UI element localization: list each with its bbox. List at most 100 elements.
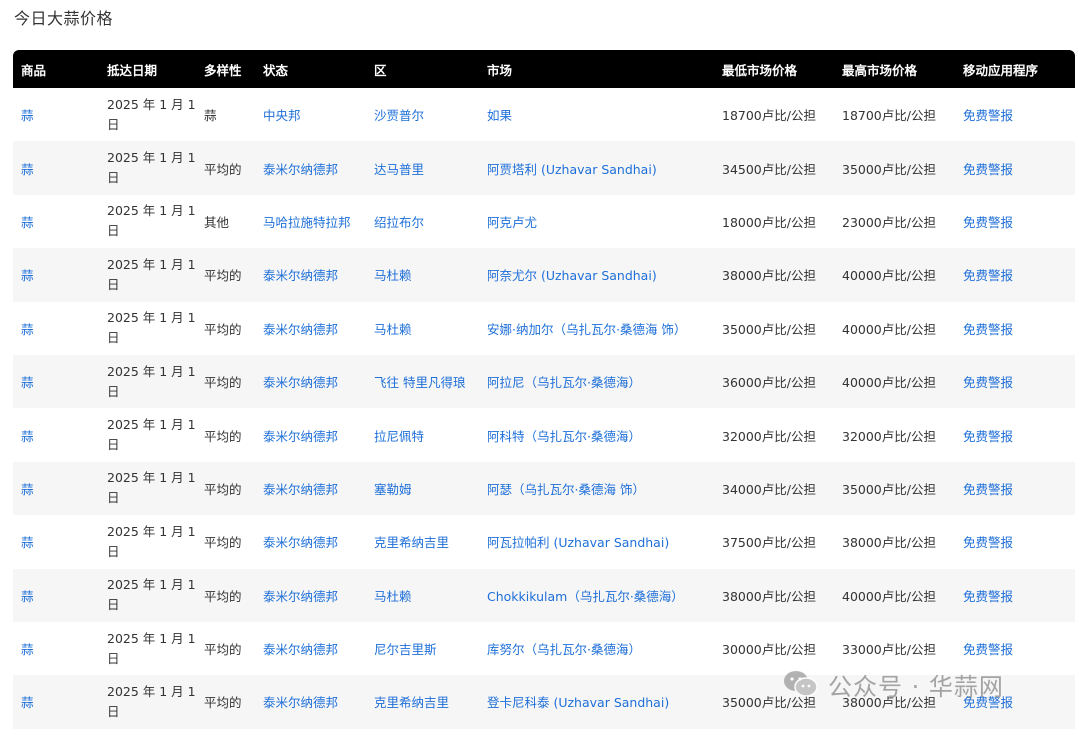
cell-commodity-link[interactable]: 蒜 — [21, 695, 34, 710]
cell-market-link[interactable]: 库努尔（乌扎瓦尔·桑德海） — [487, 642, 641, 657]
cell-commodity-link[interactable]: 蒜 — [21, 322, 34, 337]
cell-market-link[interactable]: 阿瓦拉帕利 (Uzhavar Sandhai) — [487, 535, 669, 550]
cell-commodity-link[interactable]: 蒜 — [21, 589, 34, 604]
cell-district-container: 克里希纳吉里 — [366, 675, 479, 729]
cell-free-alert-link[interactable]: 免费警报 — [963, 429, 1013, 444]
cell-date-container: 2025 年 1 月 1 日 — [99, 248, 196, 302]
cell-district-link[interactable]: 尼尔吉里斯 — [374, 642, 437, 657]
cell-max-price-container: 38000卢比/公担 — [834, 515, 955, 569]
cell-max-price-container: 40000卢比/公担 — [834, 568, 955, 622]
cell-state-link[interactable]: 泰米尔纳德邦 — [263, 268, 338, 283]
cell-date: 2025 年 1 月 1 日 — [107, 630, 196, 666]
cell-district-link[interactable]: 克里希纳吉里 — [374, 535, 449, 550]
cell-variety-container: 平均的 — [196, 461, 255, 516]
cell-state-link[interactable]: 泰米尔纳德邦 — [263, 162, 338, 177]
cell-min-price-container: 37500卢比/公担 — [714, 515, 834, 569]
column-header-max-price: 最高市场价格 — [834, 50, 955, 88]
cell-commodity-link[interactable]: 蒜 — [21, 642, 34, 657]
cell-free-alert-container: 免费警报 — [955, 141, 1075, 195]
cell-free-alert-link[interactable]: 免费警报 — [963, 589, 1013, 604]
table-row: 蒜 2025 年 1 月 1 日蒜中央邦 沙贾普尔 如果 18700卢比/公担 18700… — [13, 88, 1075, 142]
cell-free-alert-link[interactable]: 免费警报 — [963, 482, 1013, 497]
cell-max-price: 40000卢比/公担 — [842, 588, 936, 604]
cell-district-link[interactable]: 沙贾普尔 — [374, 108, 424, 123]
cell-market-link[interactable]: 阿科特（乌扎瓦尔·桑德海） — [487, 429, 641, 444]
cell-commodity-link[interactable]: 蒜 — [21, 482, 34, 497]
cell-market-link[interactable]: 阿克卢尤 — [487, 215, 537, 230]
cell-district-link[interactable]: 拉尼佩特 — [374, 429, 424, 444]
cell-district-link[interactable]: 飞往 特里凡得琅 — [374, 375, 465, 390]
cell-state-link[interactable]: 泰米尔纳德邦 — [263, 695, 338, 710]
cell-market-link[interactable]: Chokkikulam（乌扎瓦尔·桑德海） — [487, 589, 684, 604]
cell-state-link[interactable]: 泰米尔纳德邦 — [263, 375, 338, 390]
cell-market-container: 如果 — [479, 88, 714, 142]
cell-state-link[interactable]: 泰米尔纳德邦 — [263, 535, 338, 550]
cell-max-price-container: 32000卢比/公担 — [834, 408, 955, 462]
cell-market-link[interactable]: 阿拉尼（乌扎瓦尔·桑德海） — [487, 375, 641, 390]
cell-max-price: 18700卢比/公担 — [842, 108, 936, 124]
cell-free-alert-link[interactable]: 免费警报 — [963, 215, 1013, 230]
cell-district-link[interactable]: 塞勒姆 — [374, 482, 412, 497]
cell-commodity-link[interactable]: 蒜 — [21, 162, 34, 177]
cell-commodity-container: 蒜 — [13, 301, 99, 355]
table-row: 蒜 2025 年 1 月 1 日平均的 泰米尔纳德邦 马杜赖 安娜·纳加尔（乌扎瓦尔·桑… — [13, 301, 1075, 355]
cell-min-price: 38000卢比/公担 — [722, 588, 816, 604]
cell-commodity-container: 蒜 — [13, 675, 99, 729]
cell-commodity-container: 蒜 — [13, 194, 99, 249]
cell-free-alert-container: 免费警报 — [955, 194, 1075, 249]
cell-min-price-container: 36000卢比/公担 — [714, 354, 834, 409]
cell-district-container: 拉尼佩特 — [366, 408, 479, 462]
cell-market-container: 库努尔（乌扎瓦尔·桑德海） — [479, 621, 714, 676]
cell-state-link[interactable]: 泰米尔纳德邦 — [263, 642, 338, 657]
cell-state-link[interactable]: 泰米尔纳德邦 — [263, 429, 338, 444]
cell-district-container: 沙贾普尔 — [366, 88, 479, 142]
cell-free-alert-link[interactable]: 免费警报 — [963, 162, 1013, 177]
cell-min-price-container: 32000卢比/公担 — [714, 408, 834, 462]
cell-commodity-link[interactable]: 蒜 — [21, 429, 34, 444]
cell-market-container: Chokkikulam（乌扎瓦尔·桑德海） — [479, 568, 714, 622]
cell-free-alert-container: 免费警报 — [955, 88, 1075, 142]
cell-district-link[interactable]: 绍拉布尔 — [374, 215, 424, 230]
cell-district-link[interactable]: 马杜赖 — [374, 322, 412, 337]
cell-commodity-link[interactable]: 蒜 — [21, 108, 34, 123]
cell-free-alert-link[interactable]: 免费警报 — [963, 322, 1013, 337]
table-row: 蒜 2025 年 1 月 1 日平均的 泰米尔纳德邦 马杜赖 阿奈尤尔 (Uzhavar… — [13, 248, 1075, 302]
cell-district-link[interactable]: 达马普里 — [374, 162, 424, 177]
cell-market-link[interactable]: 阿奈尤尔 (Uzhavar Sandhai) — [487, 268, 657, 283]
cell-district-link[interactable]: 马杜赖 — [374, 589, 412, 604]
cell-market-link[interactable]: 登卡尼科泰 (Uzhavar Sandhai) — [487, 695, 669, 710]
cell-max-price: 40000卢比/公担 — [842, 268, 936, 284]
cell-district-link[interactable]: 克里希纳吉里 — [374, 695, 449, 710]
cell-variety-container: 平均的 — [196, 301, 255, 355]
cell-commodity-link[interactable]: 蒜 — [21, 268, 34, 283]
cell-free-alert-link[interactable]: 免费警报 — [963, 268, 1013, 283]
cell-market-link[interactable]: 如果 — [487, 108, 512, 123]
cell-variety-container: 平均的 — [196, 675, 255, 729]
cell-district-link[interactable]: 马杜赖 — [374, 268, 412, 283]
cell-state-container: 泰米尔纳德邦 — [255, 301, 366, 355]
cell-date: 2025 年 1 月 1 日 — [107, 203, 196, 239]
cell-commodity-link[interactable]: 蒜 — [21, 535, 34, 550]
cell-free-alert-link[interactable]: 免费警报 — [963, 642, 1013, 657]
cell-commodity-link[interactable]: 蒜 — [21, 215, 34, 230]
cell-min-price: 32000卢比/公担 — [722, 428, 816, 444]
cell-state-link[interactable]: 泰米尔纳德邦 — [263, 589, 338, 604]
cell-market-link[interactable]: 安娜·纳加尔（乌扎瓦尔·桑德海 饰） — [487, 322, 686, 337]
cell-market-link[interactable]: 阿瑟（乌扎瓦尔·桑德海 饰） — [487, 482, 645, 497]
cell-state-link[interactable]: 泰米尔纳德邦 — [263, 482, 338, 497]
cell-free-alert-link[interactable]: 免费警报 — [963, 375, 1013, 390]
cell-state-container: 泰米尔纳德邦 — [255, 354, 366, 409]
cell-market-link[interactable]: 阿贾塔利 (Uzhavar Sandhai) — [487, 162, 657, 177]
cell-market-container: 安娜·纳加尔（乌扎瓦尔·桑德海 饰） — [479, 301, 714, 355]
cell-free-alert-link[interactable]: 免费警报 — [963, 535, 1013, 550]
cell-free-alert-link[interactable]: 免费警报 — [963, 108, 1013, 123]
cell-commodity-link[interactable]: 蒜 — [21, 375, 34, 390]
cell-max-price: 40000卢比/公担 — [842, 375, 936, 391]
cell-min-price-container: 34500卢比/公担 — [714, 141, 834, 195]
cell-variety-container: 其他 — [196, 194, 255, 249]
cell-state-link[interactable]: 泰米尔纳德邦 — [263, 322, 338, 337]
cell-state-link[interactable]: 中央邦 — [263, 108, 301, 123]
cell-min-price: 36000卢比/公担 — [722, 375, 816, 391]
table-row: 蒜 2025 年 1 月 1 日其他 马哈拉施特拉邦 绍拉布尔 阿克卢尤 18000卢比/… — [13, 194, 1075, 249]
cell-state-link[interactable]: 马哈拉施特拉邦 — [263, 215, 351, 230]
